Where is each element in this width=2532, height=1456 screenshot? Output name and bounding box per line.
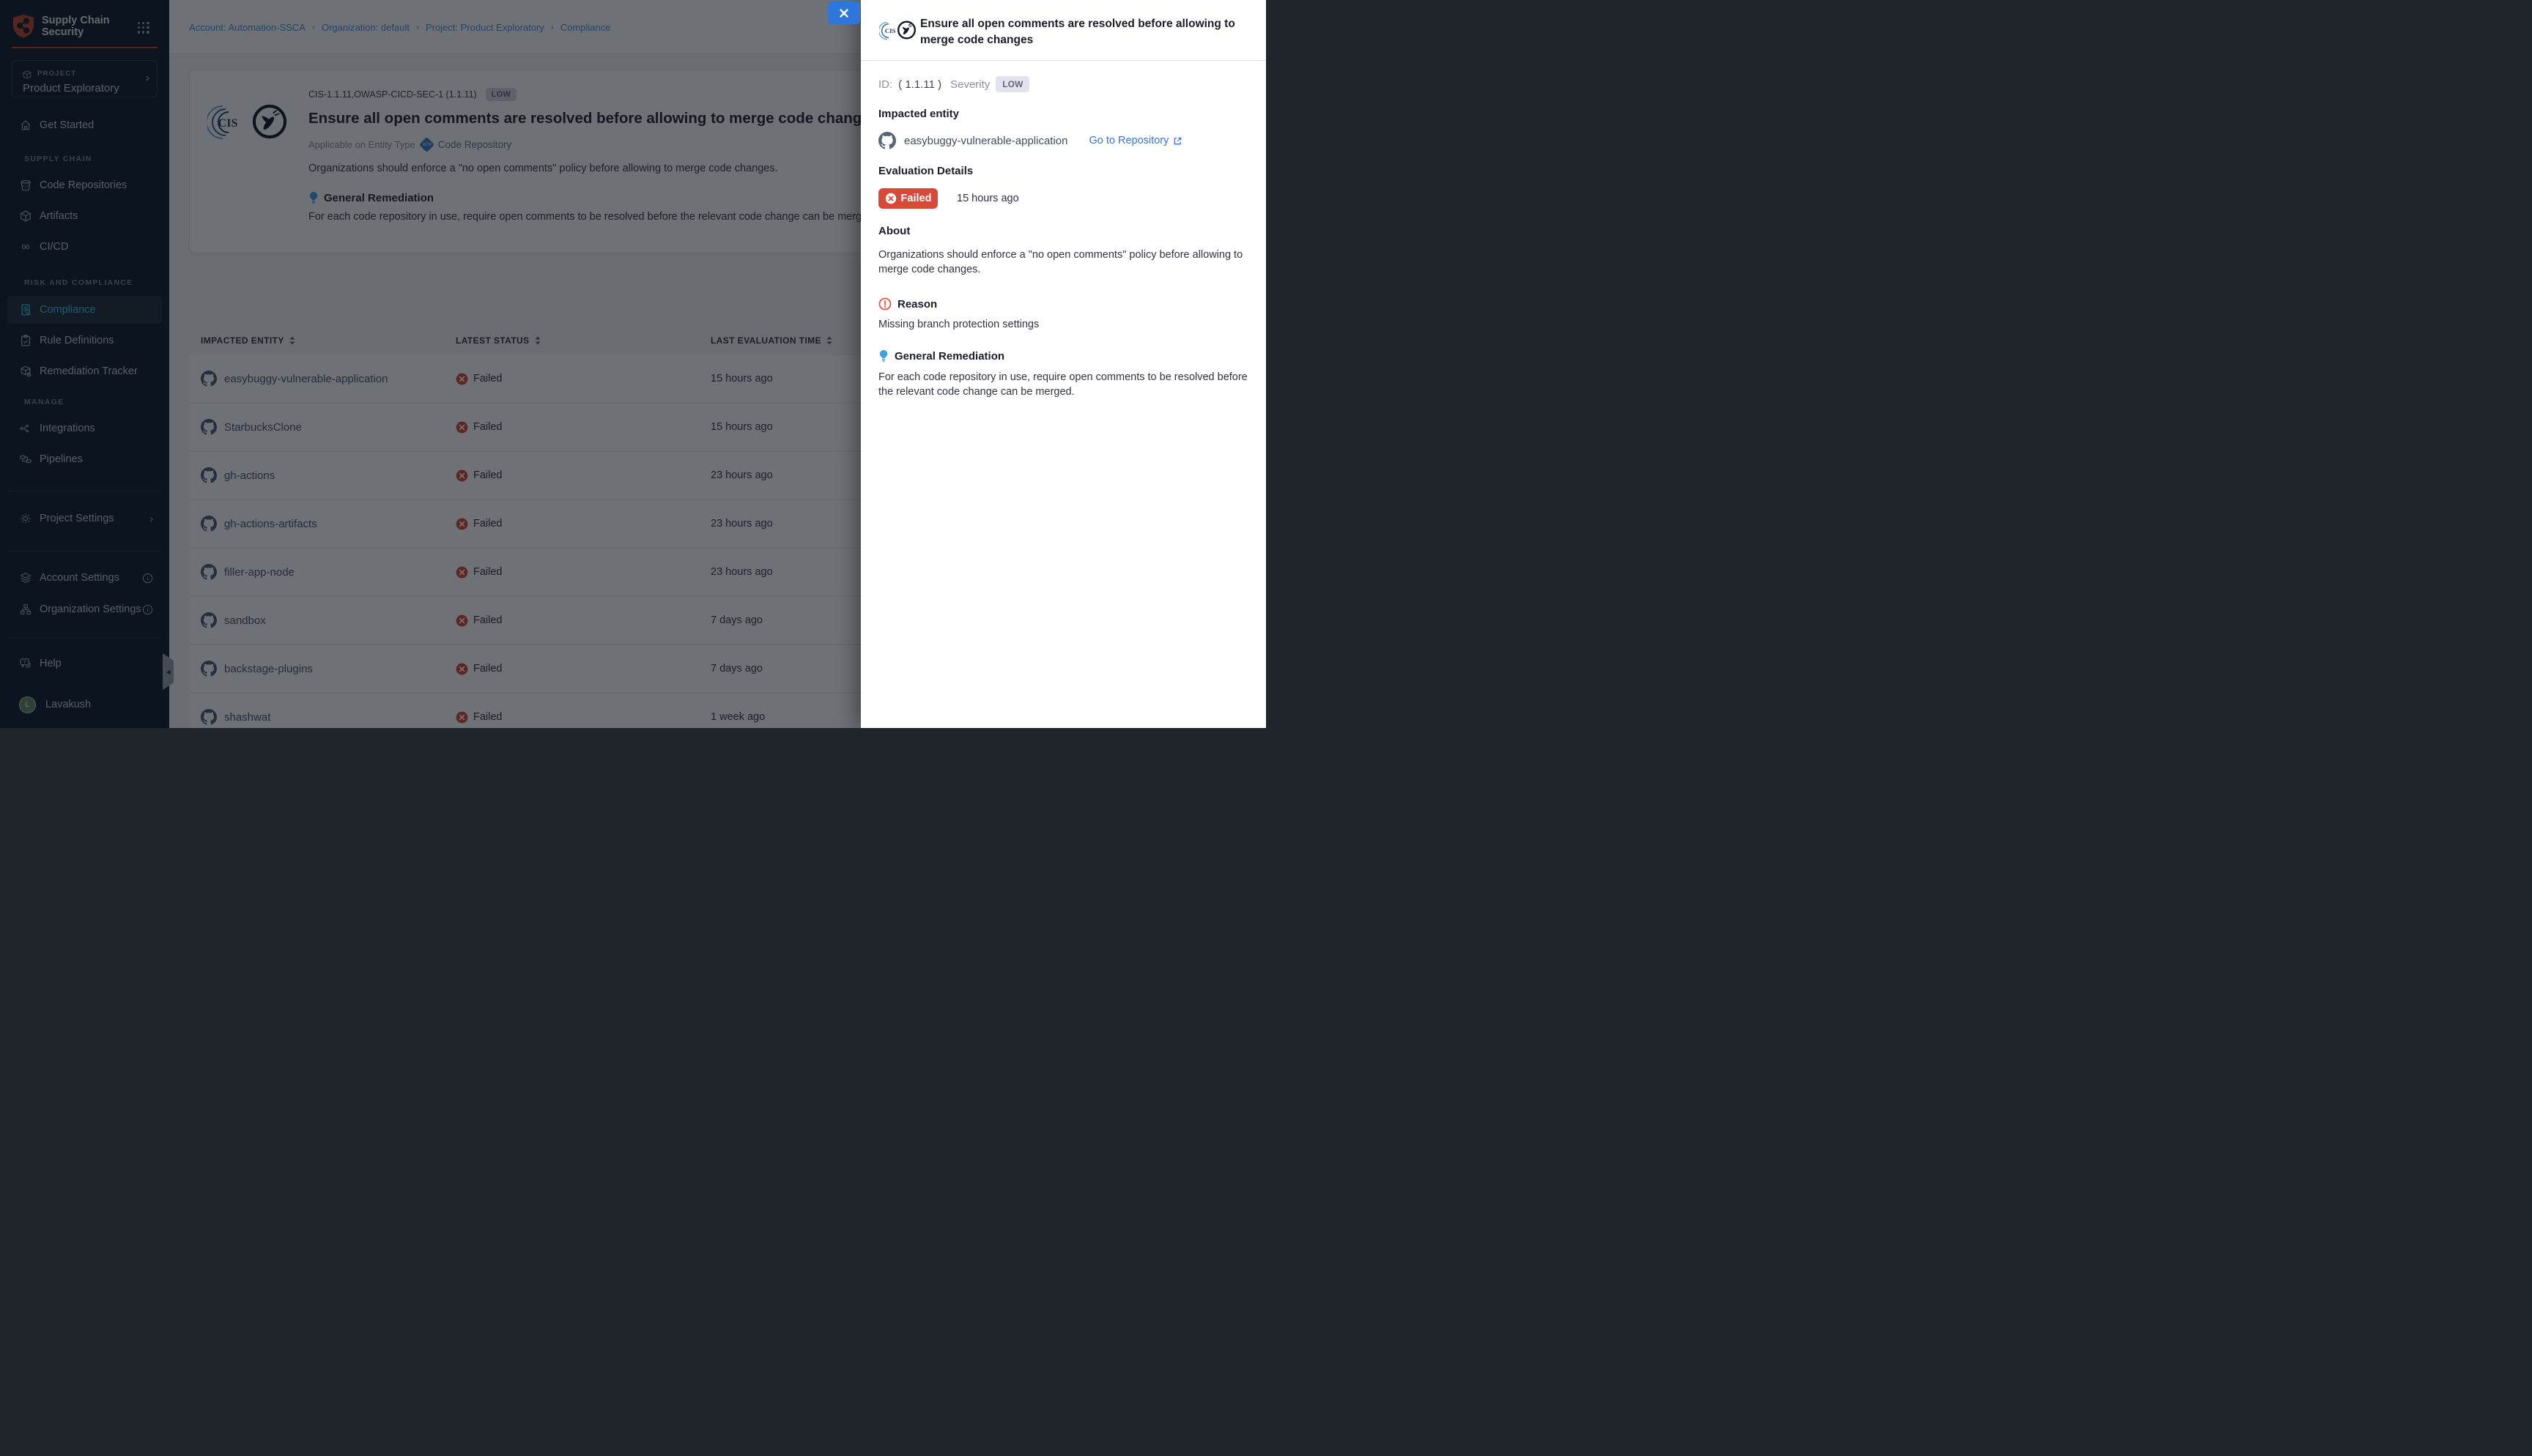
severity-label: Severity [950,78,990,91]
details-drawer: CIS Ensure all open comments are resolve… [861,0,1266,728]
drawer-title: Ensure all open comments are resolved be… [920,16,1247,48]
alert-circle-icon [878,297,892,311]
drawer-body: ID: ( 1.1.11 ) Severity LOW Impacted ent… [878,61,1248,399]
status-badge: Failed [878,188,938,209]
remediation-heading-row: General Remediation [878,348,1248,364]
impacted-entity-heading: Impacted entity [878,108,1248,122]
app-root: Supply Chain Security PROJECT Product Ex… [0,0,1266,728]
cis-logo: CIS [879,21,897,40]
severity-badge: LOW [996,76,1029,92]
owasp-logo [897,20,917,40]
go-to-repository-link[interactable]: Go to Repository [1089,135,1182,146]
drawer-header: CIS Ensure all open comments are resolve… [861,0,1266,60]
drawer-close-button[interactable] [828,1,860,24]
remediation-heading: General Remediation [895,350,1004,363]
about-text: Organizations should enforce a "no open … [878,248,1248,277]
about-heading: About [878,225,1248,239]
entity-name: easybuggy-vulnerable-application [904,135,1067,147]
github-icon [878,132,896,149]
reason-heading-row: Reason [878,296,1248,312]
reason-heading: Reason [897,298,937,311]
circle-x-icon [885,193,897,204]
remediation-text: For each code repository in use, require… [878,370,1248,399]
evaluation-time: 15 hours ago [957,193,1019,204]
evaluation-heading: Evaluation Details [878,165,1248,179]
close-icon [839,8,849,18]
svg-text:CIS: CIS [885,27,896,34]
id-label: ID: [878,78,892,91]
reason-text: Missing branch protection settings [878,319,1248,333]
id-value: ( 1.1.11 ) [898,78,941,91]
external-link-icon [1173,136,1182,146]
lightbulb-icon [878,349,889,363]
